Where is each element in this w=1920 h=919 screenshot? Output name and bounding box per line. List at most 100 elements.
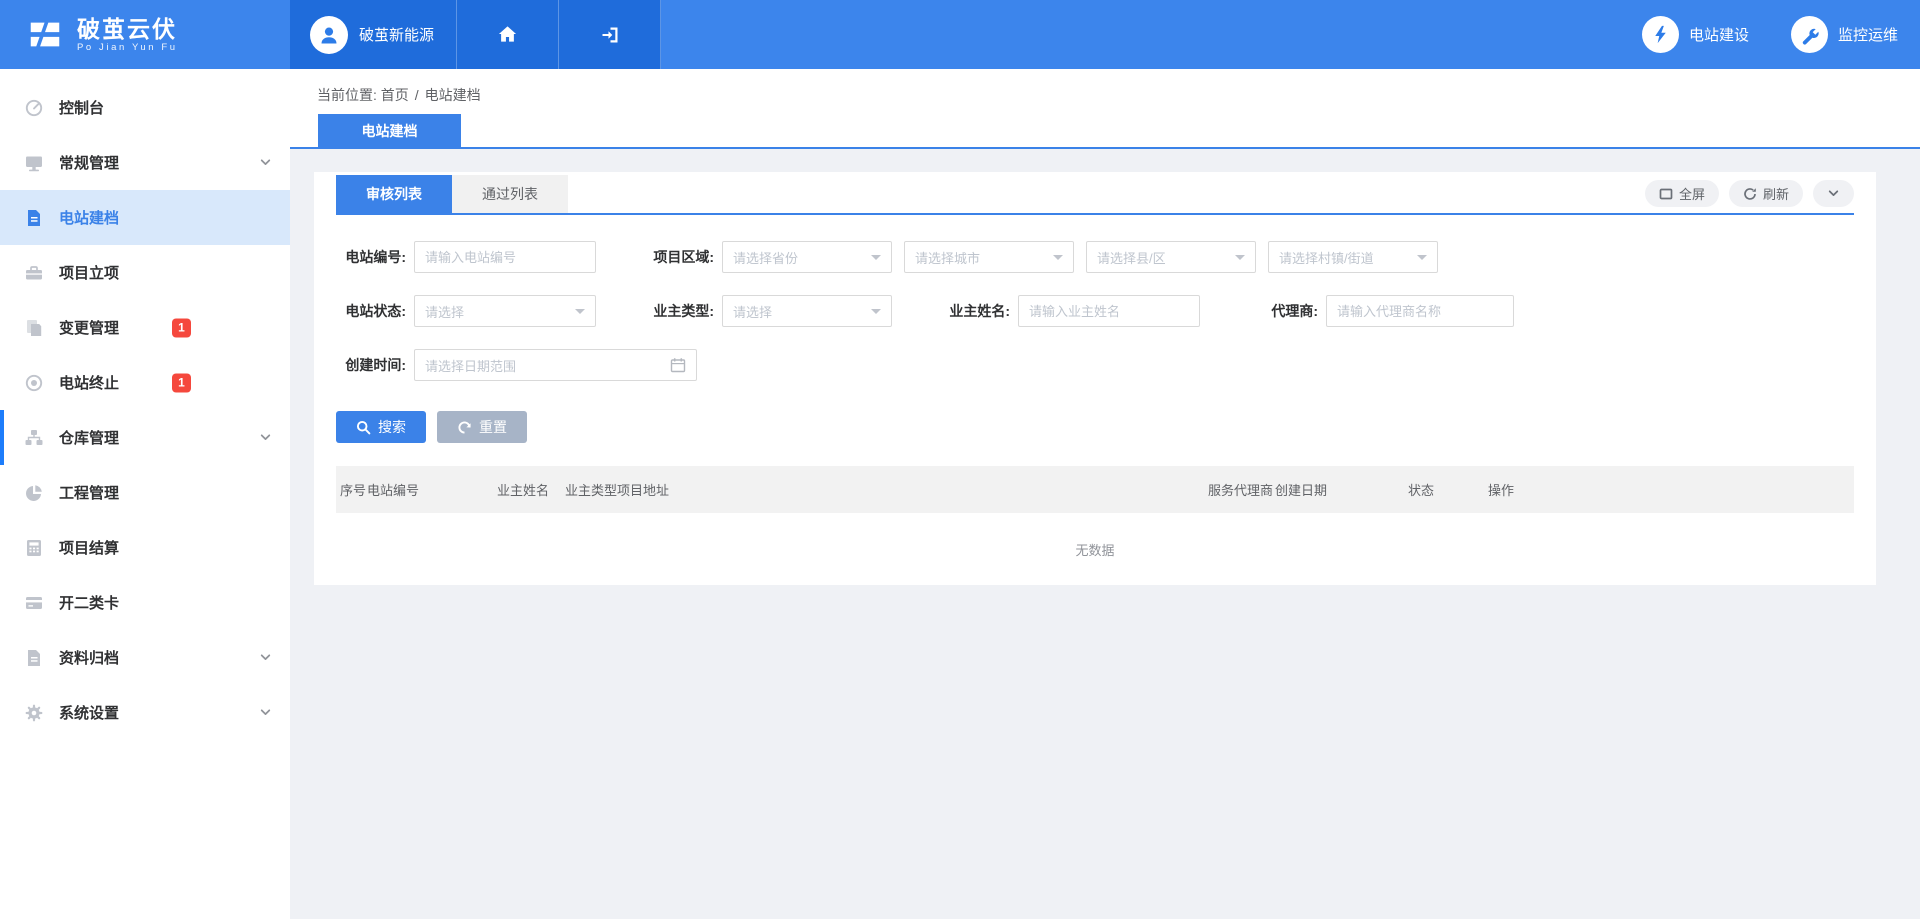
filter-select[interactable]: 请选择城市: [904, 241, 1074, 273]
sidebar-item-label: 项目结算: [59, 537, 119, 558]
caret-down-icon: [1235, 255, 1245, 265]
filter-group: 业主姓名:: [940, 295, 1200, 327]
home-button[interactable]: [457, 0, 559, 69]
sidebar-item-label: 电站终止: [59, 372, 119, 393]
filter-select[interactable]: 请选择省份: [722, 241, 892, 273]
record-icon: [24, 373, 46, 393]
sidebar-item-file[interactable]: 资料归档: [0, 630, 290, 685]
filter-row: 电站状态:请选择业主类型:请选择业主姓名:代理商:: [336, 295, 1854, 327]
sidebar-item-label: 工程管理: [59, 482, 119, 503]
signout-button[interactable]: [559, 0, 661, 69]
filter-row: 电站编号:项目区域:请选择省份请选择城市请选择县/区请选择村镇/街道: [336, 241, 1854, 273]
sidebar-item-gear[interactable]: 系统设置: [0, 685, 290, 740]
reset-button[interactable]: 重置: [437, 411, 527, 443]
filter-label: 业主类型:: [644, 301, 714, 321]
sidebar-item-label: 资料归档: [59, 647, 119, 668]
sidebar-item-record[interactable]: 电站终止 1: [0, 355, 290, 410]
card-icon: [24, 593, 46, 613]
table-column-header: 项目地址: [617, 480, 1208, 499]
table-column-header: 电站编号: [367, 480, 497, 499]
top-header: 破茧云伏 Po Jian Yun Fu 破茧新能源: [0, 0, 1920, 69]
tool-collapse-button[interactable]: [1813, 180, 1854, 207]
filter-form: 电站编号:项目区域:请选择省份请选择城市请选择县/区请选择村镇/街道电站状态:请…: [336, 241, 1854, 381]
notification-badge: 1: [172, 318, 191, 337]
filter-input[interactable]: [414, 241, 596, 273]
sidebar-item-document[interactable]: 电站建档: [0, 190, 290, 245]
table-column-header: 服务代理商: [1208, 480, 1275, 499]
caret-down-icon: [871, 309, 881, 319]
tool-label: 全屏: [1679, 184, 1705, 203]
sidebar-item-card[interactable]: 开二类卡: [0, 575, 290, 630]
sidebar-item-pages[interactable]: 变更管理1: [0, 300, 290, 355]
table-column-header: 业主姓名: [497, 480, 565, 499]
company-name: 破茧新能源: [359, 24, 434, 45]
sitemap-icon: [24, 428, 46, 448]
tool-fullscreen-button[interactable]: 全屏: [1645, 180, 1719, 207]
filter-daterange[interactable]: 请选择日期范围: [414, 349, 697, 381]
filter-input[interactable]: [1326, 295, 1514, 327]
user-menu[interactable]: 破茧新能源: [290, 0, 457, 69]
sidebar-item-briefcase[interactable]: 项目立项: [0, 245, 290, 300]
sidebar: 控制台常规管理电站建档项目立项变更管理1 电站终止 1 仓库管理工程管理项目结算开二类…: [0, 69, 290, 919]
calendar-icon: [670, 357, 686, 373]
sidebar-item-label: 系统设置: [59, 702, 119, 723]
table-column-header: 创建日期: [1275, 480, 1408, 499]
brand[interactable]: 破茧云伏 Po Jian Yun Fu: [0, 0, 290, 69]
breadcrumb-bar: 当前位置: 首页/电站建档 电站建档: [290, 69, 1920, 149]
sidebar-item-calculator[interactable]: 项目结算: [0, 520, 290, 575]
filter-select[interactable]: 请选择县/区: [1086, 241, 1256, 273]
topnav-wrench[interactable]: 监控运维: [1791, 16, 1898, 53]
tool-label: 刷新: [1763, 184, 1789, 203]
select-placeholder: 请选择: [733, 302, 772, 321]
panel-tools: 全屏 刷新: [1645, 180, 1854, 207]
reset-button-label: 重置: [479, 417, 507, 437]
filter-label: 创建时间:: [336, 355, 406, 375]
form-actions: 搜索 重置: [336, 411, 1854, 443]
list-panel: 审核列表通过列表全屏刷新 电站编号:项目区域:请选择省份请选择城市请选择县/区请…: [314, 172, 1876, 585]
pie-icon: [24, 483, 46, 503]
sidebar-item-label: 开二类卡: [59, 592, 119, 613]
page-tab[interactable]: 电站建档: [318, 114, 461, 147]
filter-select[interactable]: 请选择: [722, 295, 892, 327]
reset-icon: [457, 420, 472, 435]
tool-refresh-button[interactable]: 刷新: [1729, 180, 1803, 207]
breadcrumb-home[interactable]: 首页: [381, 87, 409, 103]
user-avatar-icon: [310, 16, 348, 54]
filter-group: 请选择城市: [904, 241, 1074, 273]
sidebar-item-pie[interactable]: 工程管理: [0, 465, 290, 520]
briefcase-icon: [24, 263, 46, 283]
wrench-icon: [1791, 16, 1828, 53]
filter-label: 电站状态:: [336, 301, 406, 321]
notification-badge: 1: [172, 373, 191, 392]
brand-subtitle: Po Jian Yun Fu: [77, 42, 178, 53]
panel-tab-1[interactable]: 通过列表: [452, 175, 568, 213]
topnav-label: 监控运维: [1838, 24, 1898, 45]
filter-select[interactable]: 请选择: [414, 295, 596, 327]
filter-group: 创建时间: 请选择日期范围: [336, 349, 697, 381]
filter-label: 项目区域:: [644, 247, 714, 267]
filter-select[interactable]: 请选择村镇/街道: [1268, 241, 1438, 273]
select-placeholder: 请选择村镇/街道: [1279, 248, 1374, 267]
table-column-header: 操作: [1488, 480, 1854, 499]
breadcrumb: 当前位置: 首页/电站建档: [290, 69, 1920, 105]
caret-down-icon: [871, 255, 881, 265]
sidebar-item-sitemap[interactable]: 仓库管理: [0, 410, 290, 465]
home-icon: [496, 23, 519, 46]
pages-icon: [24, 318, 46, 338]
app-root: 破茧云伏 Po Jian Yun Fu 破茧新能源: [0, 0, 1920, 919]
filter-input[interactable]: [1018, 295, 1200, 327]
select-placeholder: 请选择: [425, 302, 464, 321]
caret-down-icon: [575, 309, 585, 319]
panel-tab-0[interactable]: 审核列表: [336, 175, 452, 213]
table-column-header: 状态: [1408, 480, 1488, 499]
fullscreen-icon: [1659, 187, 1673, 201]
search-button[interactable]: 搜索: [336, 411, 426, 443]
sidebar-item-label: 电站建档: [59, 207, 119, 228]
topnav-lightning[interactable]: 电站建设: [1642, 16, 1749, 53]
caret-down-icon: [1053, 255, 1063, 265]
topbar-nav: 电站建设 监控运维: [1642, 0, 1898, 69]
sidebar-item-monitor[interactable]: 常规管理: [0, 135, 290, 190]
sign-in-arrow-icon: [599, 24, 621, 46]
filter-label: 代理商:: [1248, 301, 1318, 321]
sidebar-item-dashboard[interactable]: 控制台: [0, 80, 290, 135]
